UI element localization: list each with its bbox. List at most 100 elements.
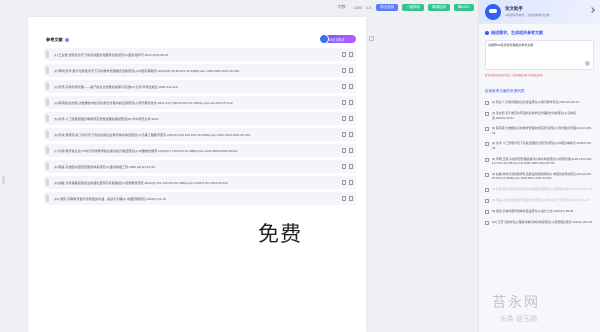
source-item[interactable]: [3] 陈晓丽.大数据在高校教学管理中的应用与研究[J].现代教育管理,2021… xyxy=(485,126,594,135)
drag-handle-icon[interactable] xyxy=(46,99,49,106)
checkbox[interactable] xyxy=(485,187,489,192)
expand-icon[interactable] xyxy=(369,36,374,41)
copy-icon[interactable] xyxy=(342,148,346,153)
source-text: [8] 黄磊.高校图书馆数字化服务创新研究[J].图书馆工作与研究,2021(6… xyxy=(492,197,590,202)
plagiarism-check-button[interactable]: 降重检测 xyxy=(427,3,450,11)
assistant-subtitle: AI智能写作助手，为您提供参考文献 xyxy=(505,13,550,17)
reference-item[interactable]: [7] 孙丽.教育信息化2.0时代高校教师信息素养提升路径研究[J].中国电化教… xyxy=(44,144,356,157)
checkbox[interactable] xyxy=(485,220,489,225)
brand-watermark: 苔永网 xyxy=(492,295,540,311)
source-item[interactable]: [9] 郑凯.高校内部控制体系建设研究[J].会计之友,2022(12):88-… xyxy=(485,209,594,214)
document-page: 参考文献 AI论文助手 [1] 王文君.智能化背景下的高校图书馆服务创新研究[J… xyxy=(28,17,366,332)
reference-item[interactable]: [10] 郑凯.高等教育数字化转型的内涵、挑战与对策[J].中国高教研究,202… xyxy=(44,192,356,205)
source-text: [6] 赵敏.新时代高校教师队伍建设的路径探析[J].中国高校师资研究,2021… xyxy=(492,171,592,181)
copy-icon[interactable] xyxy=(342,84,346,89)
assistant-panel: 论文助手 AI智能写作助手，为您提供参考文献 描述需求，生成相关参考文献 请推荐… xyxy=(478,0,600,332)
drag-handle-icon[interactable] xyxy=(46,67,49,74)
source-item[interactable]: [6] 赵敏.新时代高校教师队伍建设的路径探析[J].中国高校师资研究,2021… xyxy=(485,172,594,181)
reference-item[interactable]: [9] 赵敏.高校课程思政建设的理论逻辑与实践路径[J].思想教育研究,2021… xyxy=(44,176,356,189)
copy-icon[interactable] xyxy=(342,180,346,185)
reference-item[interactable]: [8] 黄磊.高校图书馆智慧服务体系研究[J].图书情报工作,2020,64(1… xyxy=(44,160,356,173)
check-icon xyxy=(485,31,489,35)
ai-assistant-button[interactable]: AI论文助手 xyxy=(319,34,356,44)
copy-icon[interactable] xyxy=(342,196,346,201)
reduce-aigc-button[interactable]: 降AIGC xyxy=(453,3,474,11)
source-item[interactable]: [8] 黄磊.高校图书馆数字化服务创新研究[J].图书馆工作与研究,2021(6… xyxy=(485,198,594,203)
reference-item[interactable]: [4] 陈晓丽,赵志刚.大数据技术在高校学生管理中的应用研究[J].现代教育技术… xyxy=(44,96,356,109)
assistant-name: 论文助手 xyxy=(505,6,523,11)
drag-handle-icon[interactable] xyxy=(46,195,49,202)
page-info: 1/1 xyxy=(366,4,372,10)
drag-handle-icon[interactable] xyxy=(46,131,49,138)
assistant-avatar xyxy=(485,4,501,20)
format-button[interactable]: 一键排版 xyxy=(401,3,424,11)
checkbox[interactable] xyxy=(485,127,489,132)
checkbox[interactable] xyxy=(485,198,489,203)
copy-icon[interactable] xyxy=(342,68,346,73)
reference-item[interactable]: [5] 刘洋.人工智能赋能高等教育高质量发展的路径研究[D].华中师范大学,20… xyxy=(44,112,356,125)
info-icon[interactable] xyxy=(64,38,69,42)
copy-icon[interactable] xyxy=(342,164,346,169)
checkbox[interactable] xyxy=(485,142,489,147)
sources-title: 检索参考文献的来源列表 xyxy=(485,89,525,93)
copy-icon[interactable] xyxy=(342,116,346,121)
reference-item[interactable]: [6] 周涛,吴晓燕.新工科背景下高校创新创业教育体系构建研究[J].高等工程教… xyxy=(44,128,356,141)
reference-item[interactable]: [3] 张伟.高校科研管理——基于信息化视角的探索与实践[M].北京:科学出版社… xyxy=(44,80,356,93)
reference-text: [1] 王文君.智能化背景下的高校图书馆服务创新研究[J].图书馆学刊,2023… xyxy=(54,53,170,57)
source-item[interactable]: [4] 刘洋.人工智能背景下高校治理能力现代化研究[J].中国高等教育,2023… xyxy=(485,141,594,150)
copy-icon[interactable] xyxy=(342,100,346,105)
source-text: [10] 王芳.高校学生心理健康教育体系构建研究[J].思想理论教育,2023(… xyxy=(492,219,594,224)
delete-icon[interactable] xyxy=(349,116,353,121)
delete-icon[interactable] xyxy=(349,84,353,89)
checkbox[interactable] xyxy=(485,101,489,105)
delete-icon[interactable] xyxy=(349,52,353,57)
drag-handle-icon[interactable] xyxy=(46,179,49,186)
delete-icon[interactable] xyxy=(349,164,353,169)
export-all-button[interactable]: 导出全部 xyxy=(375,3,398,11)
checkbox[interactable] xyxy=(485,172,489,177)
delete-icon[interactable] xyxy=(349,132,353,137)
source-text: [9] 郑凯.高校内部控制体系建设研究[J].会计之友,2022(12):88-… xyxy=(492,208,575,213)
delete-icon[interactable] xyxy=(349,148,353,153)
robot-icon xyxy=(319,34,329,44)
source-list: [1] 张立人.高校管理信息化建设研究[J].教育教学论坛,2021(15):3… xyxy=(485,100,594,225)
delete-icon[interactable] xyxy=(349,100,353,105)
reference-text: [2] 李明,张华.数字化转型背景下高校教学管理模式创新研究[J].中国高等教育… xyxy=(54,69,240,73)
source-item[interactable]: [1] 张立人.高校管理信息化建设研究[J].教育教学论坛,2021(15):3… xyxy=(485,100,594,105)
request-input[interactable]: 请推荐30篇高校管理相关参考文献 xyxy=(485,40,594,70)
top-toolbar: 字数： 1000 1/1 导出全部 一键排版 降重检测 降AIGC xyxy=(0,0,478,14)
reference-item[interactable]: [2] 李明,张华.数字化转型背景下高校教学管理模式创新研究[J].中国高等教育… xyxy=(44,64,356,77)
source-item[interactable]: [2] 吴文君.基于数字化转型的高校学生管理模式创新研究[J].高教探索,202… xyxy=(485,111,594,120)
send-icon[interactable] xyxy=(585,61,590,66)
reference-text: [8] 黄磊.高校图书馆智慧服务体系研究[J].图书情报工作,2020,64(1… xyxy=(54,165,156,169)
panel-header: 论文助手 AI智能写作助手，为您提供参考文献 xyxy=(479,0,600,24)
copy-icon[interactable] xyxy=(342,52,346,57)
reference-text: [3] 张伟.高校科研管理——基于信息化视角的探索与实践[M].北京:科学出版社… xyxy=(54,85,179,89)
source-item[interactable]: [5] 李明,王丽.高校科研管理绩效评价体系构建研究[J].科研管理,2020,… xyxy=(485,157,594,166)
references-heading: 参考文献 xyxy=(46,37,69,43)
word-count: 1000 xyxy=(353,4,363,10)
drag-handle-icon[interactable] xyxy=(46,163,49,170)
drag-handle-icon[interactable] xyxy=(46,147,49,154)
source-text: [5] 李明,王丽.高校科研管理绩效评价体系构建研究[J].科研管理,2020,… xyxy=(492,156,593,166)
checkbox[interactable] xyxy=(485,157,489,162)
checkbox[interactable] xyxy=(485,112,489,116)
drag-handle-icon[interactable] xyxy=(46,83,49,90)
left-collapse-handle[interactable] xyxy=(2,176,5,184)
delete-icon[interactable] xyxy=(349,196,353,201)
delete-icon[interactable] xyxy=(349,180,353,185)
reference-item[interactable]: [1] 王文君.智能化背景下的高校图书馆服务创新研究[J].图书馆学刊,2023… xyxy=(44,48,356,61)
drag-handle-icon[interactable] xyxy=(46,51,49,58)
source-text: [4] 刘洋.人工智能背景下高校治理能力现代化研究[J].中国高等教育,2023… xyxy=(492,141,592,150)
copy-icon[interactable] xyxy=(342,132,346,137)
source-item[interactable]: [10] 王芳.高校学生心理健康教育体系构建研究[J].思想理论教育,2023(… xyxy=(485,220,594,225)
reference-text: [5] 刘洋.人工智能赋能高等教育高质量发展的路径研究[D].华中师范大学,20… xyxy=(54,117,160,121)
source-item[interactable]: [7] 孙丽,周涛.智慧校园建设中的数据治理研究[J].中国电化教育,2022(… xyxy=(485,187,594,192)
drag-handle-icon[interactable] xyxy=(46,115,49,122)
source-text: [7] 孙丽,周涛.智慧校园建设中的数据治理研究[J].中国电化教育,2022(… xyxy=(492,186,593,191)
delete-icon[interactable] xyxy=(349,68,353,73)
checkbox[interactable] xyxy=(485,209,489,214)
source-text: [2] 吴文君.基于数字化转型的高校学生管理模式创新研究[J].高教探索,202… xyxy=(492,111,576,120)
reference-text: [7] 孙丽.教育信息化2.0时代高校教师信息素养提升路径研究[J].中国电化教… xyxy=(54,149,239,153)
collapse-panel-icon[interactable] xyxy=(589,7,595,13)
